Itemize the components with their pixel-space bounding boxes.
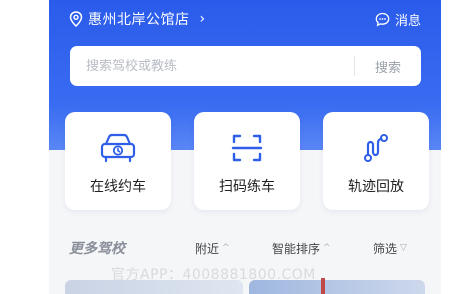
school-thumbnail[interactable] [249,280,425,294]
messages-label: 消息 [394,13,421,29]
top-bar: 惠州北岸公馆店 › 消息 [69,8,421,30]
app-screen: 惠州北岸公馆店 › 消息 搜索 在线约车 [49,0,441,294]
filter-screen-label: 筛选 [373,241,398,256]
messages-button[interactable]: 消息 [375,10,421,29]
scan-practice-label: 扫码练车 [219,179,275,195]
book-car-label: 在线约车 [90,179,146,195]
section-title: 更多驾校 [69,241,125,257]
track-replay-label: 轨迹回放 [348,179,404,195]
sort-arrow-icon: ^ [323,243,331,253]
filter-screen[interactable]: 筛选 ▽ [373,240,407,257]
filter-nearby[interactable]: 附近 ^ [195,240,230,257]
school-thumbnail[interactable] [65,280,243,294]
filter-smart-sort-label: 智能排序 [272,241,321,256]
nearby-arrow-icon: ^ [222,243,230,253]
search-input[interactable] [70,58,354,74]
car-clock-icon [100,133,136,163]
chat-bubble-icon [375,12,390,26]
location-chevron-icon[interactable]: › [200,11,206,27]
filter-smart-sort[interactable]: 智能排序 ^ [272,240,331,257]
scan-practice-card[interactable]: 扫码练车 [194,112,300,210]
book-car-card[interactable]: 在线约车 [65,112,171,210]
track-replay-card[interactable]: 轨迹回放 [323,112,429,210]
filter-nearby-label: 附近 [195,241,220,256]
more-schools-section: 更多驾校 附近 ^ 智能排序 ^ 筛选 ▽ [49,232,441,264]
scan-icon [231,134,263,162]
flag-image [321,278,325,294]
quick-actions: 在线约车 扫码练车 轨迹回放 [65,112,429,210]
search-button[interactable]: 搜索 [355,57,421,76]
location-pin-icon [69,11,83,27]
search-bar: 搜索 [70,46,421,86]
track-icon [364,134,388,162]
filter-arrow-icon: ▽ [400,243,407,253]
store-location[interactable]: 惠州北岸公馆店 [88,9,190,29]
